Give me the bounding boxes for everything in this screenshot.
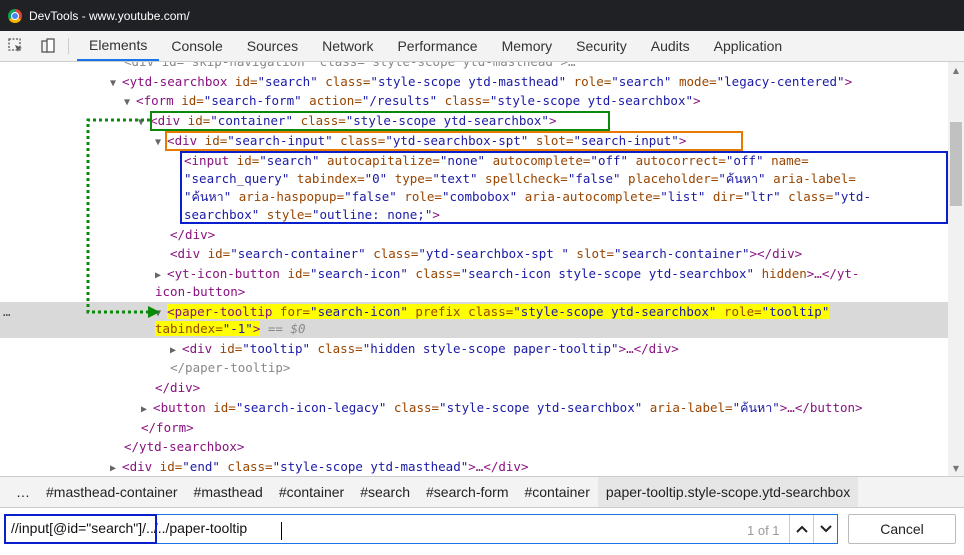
- tab-audits[interactable]: Audits: [639, 31, 702, 61]
- tab-sources[interactable]: Sources: [235, 31, 310, 61]
- breadcrumb-search[interactable]: #search: [352, 484, 418, 500]
- tab-security[interactable]: Security: [564, 31, 639, 61]
- chevron-down-icon[interactable]: [813, 515, 837, 543]
- annotation-arrow: [86, 118, 160, 318]
- chrome-logo-icon: [8, 8, 22, 23]
- search-input[interactable]: //input[@id="search"]/../../paper-toolti…: [4, 514, 838, 544]
- cancel-button[interactable]: Cancel: [848, 514, 956, 544]
- device-toolbar-icon[interactable]: [32, 31, 64, 61]
- breadcrumb-paper-tooltip[interactable]: paper-tooltip.style-scope.ytd-searchbox: [597, 476, 859, 508]
- text-caret: [281, 522, 282, 540]
- find-bar: //input[@id="search"]/../../paper-toolti…: [0, 507, 964, 555]
- breadcrumb-search-form[interactable]: #search-form: [418, 484, 516, 500]
- tab-memory[interactable]: Memory: [490, 31, 565, 61]
- chevron-up-icon[interactable]: [789, 515, 813, 543]
- tab-performance[interactable]: Performance: [385, 31, 489, 61]
- window-title: DevTools - www.youtube.com/: [29, 8, 190, 23]
- breadcrumb-more[interactable]: …: [8, 484, 38, 500]
- breadcrumb-container-2[interactable]: #container: [516, 484, 597, 500]
- match-count: 1 of 1: [747, 523, 780, 538]
- tab-application[interactable]: Application: [702, 31, 795, 61]
- breadcrumb-masthead[interactable]: #masthead: [186, 484, 271, 500]
- scrollbar-thumb[interactable]: [950, 122, 962, 206]
- title-bar: DevTools - www.youtube.com/: [0, 0, 964, 31]
- tab-console[interactable]: Console: [159, 31, 234, 61]
- toolbar-separator: [68, 38, 69, 54]
- breadcrumb: … #masthead-container #masthead #contain…: [0, 476, 964, 508]
- inspect-element-icon[interactable]: [0, 31, 32, 61]
- breadcrumb-container[interactable]: #container: [271, 484, 352, 500]
- scroll-down-icon[interactable]: ▼: [948, 460, 964, 476]
- devtools-tab-bar: Elements Console Sources Network Perform…: [0, 31, 964, 62]
- tab-network[interactable]: Network: [310, 31, 385, 61]
- tab-elements[interactable]: Elements: [77, 31, 160, 61]
- scroll-up-icon[interactable]: ▲: [948, 62, 964, 78]
- elements-tree[interactable]: <div id="skip-navigation" class="style-s…: [0, 62, 948, 476]
- elements-scrollbar[interactable]: ▲ ▼: [948, 62, 964, 476]
- breadcrumb-masthead-container[interactable]: #masthead-container: [38, 484, 186, 500]
- search-query: //input[@id="search"]/../../paper-toolti…: [11, 520, 248, 536]
